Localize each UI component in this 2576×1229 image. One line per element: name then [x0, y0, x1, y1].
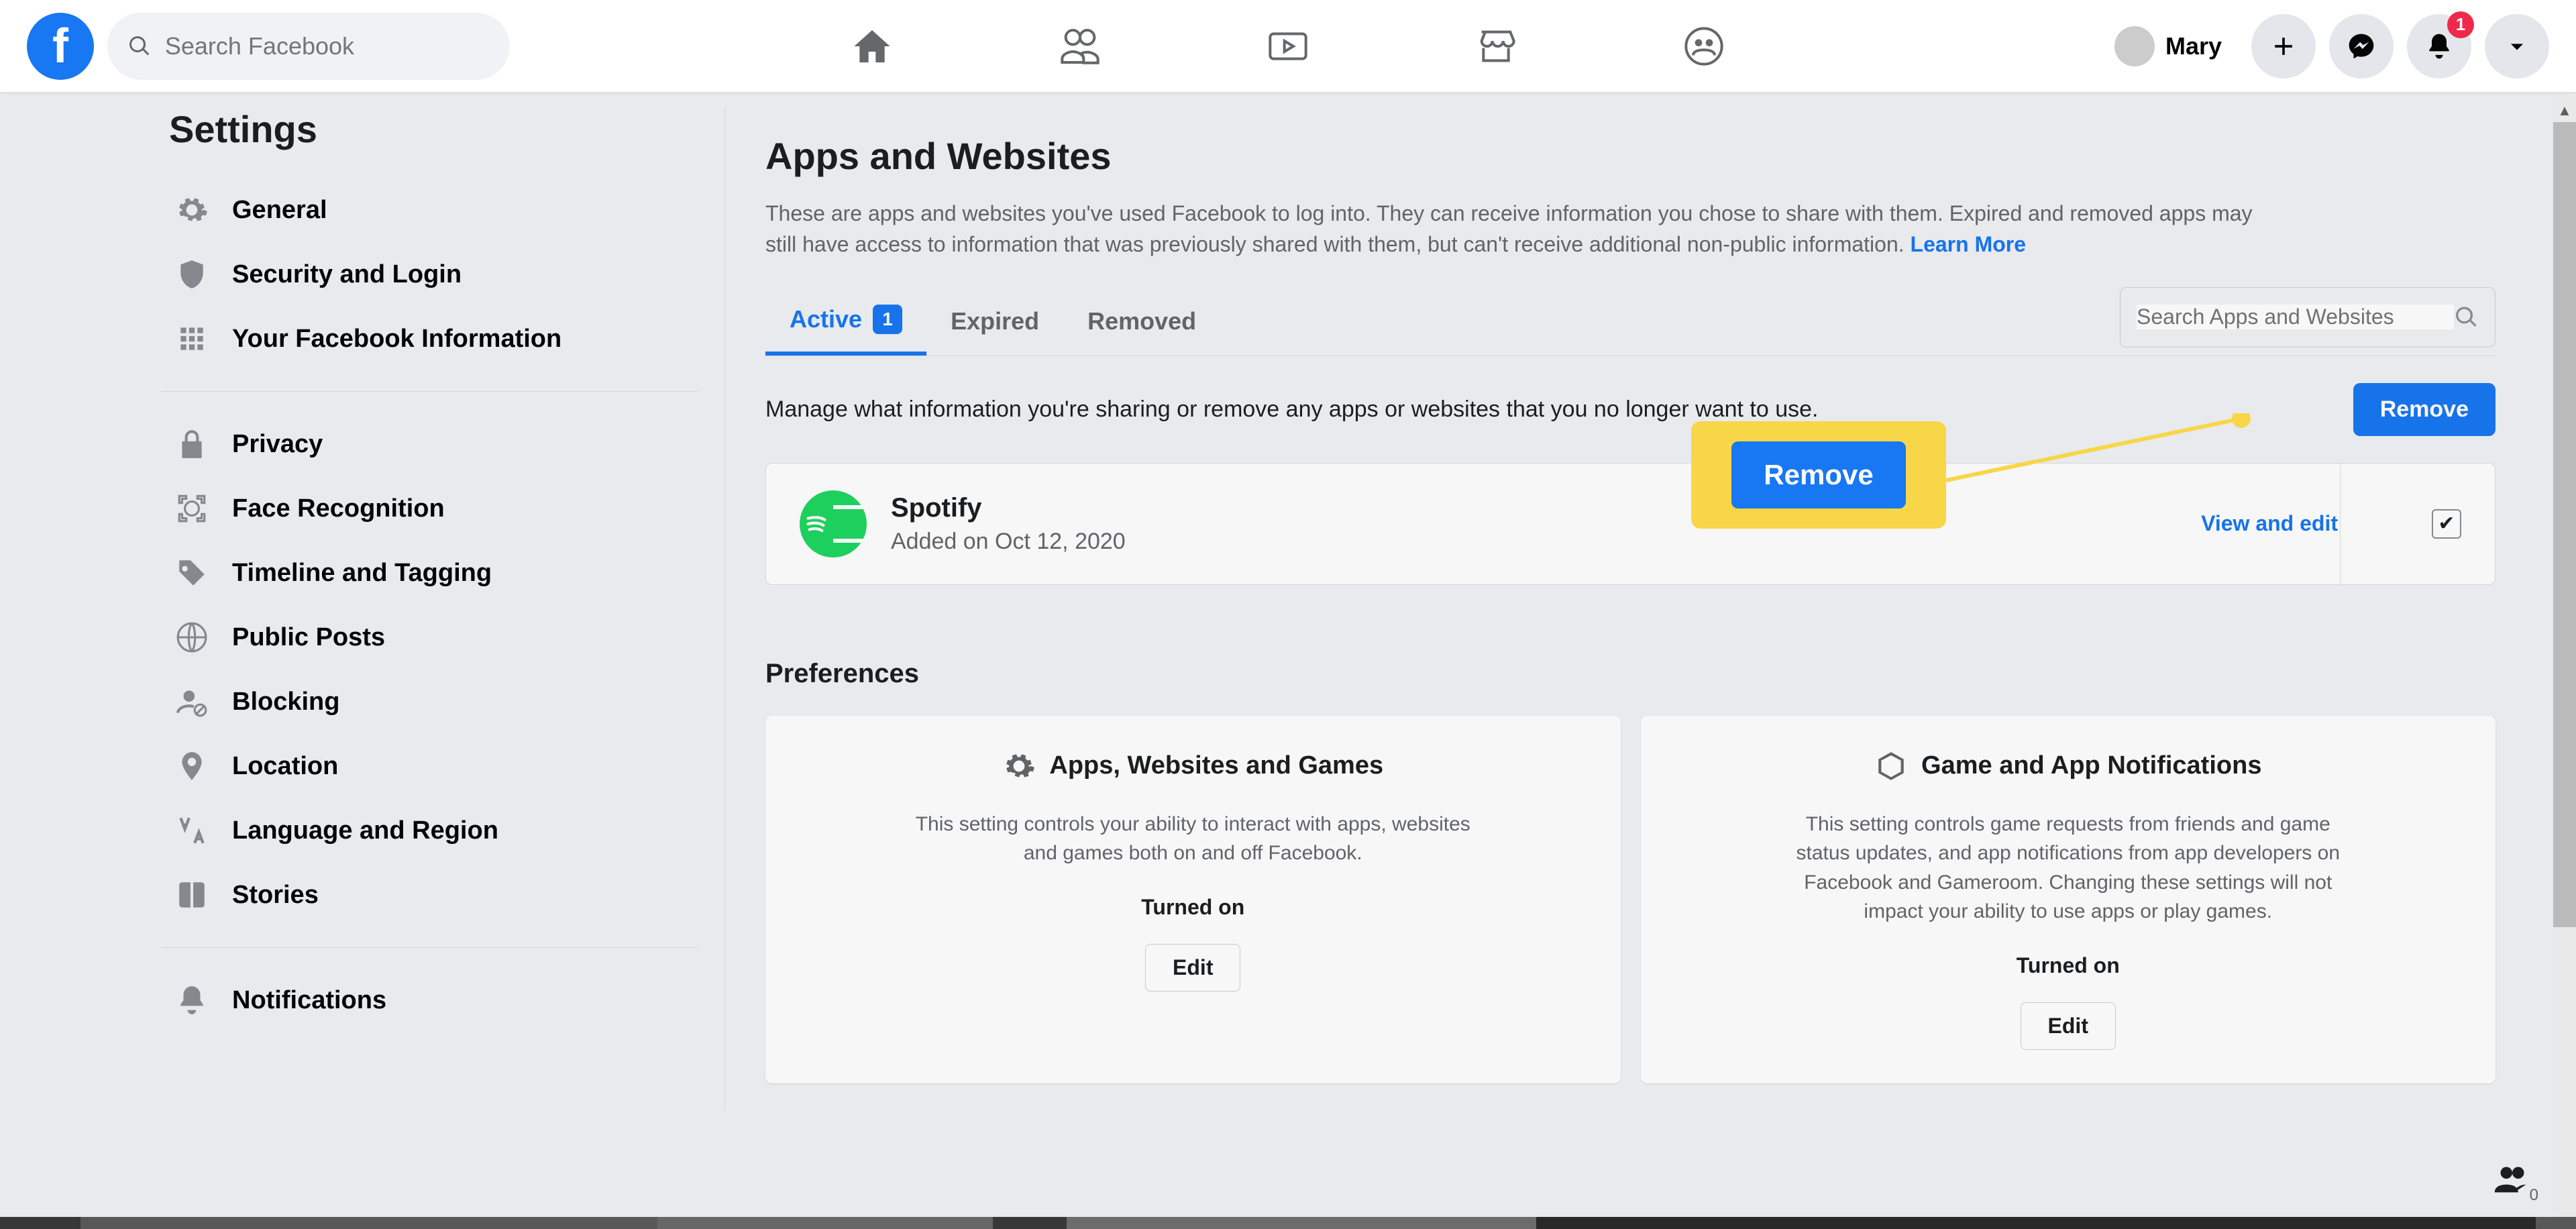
- notifications-button[interactable]: 1: [2407, 14, 2471, 78]
- pref-card-desc: This setting controls your ability to in…: [904, 810, 1481, 868]
- nav-watch[interactable]: [1197, 6, 1379, 87]
- pref-card-apps-websites-games: Apps, Websites and Games This setting co…: [765, 716, 1621, 1083]
- location-pin-icon: [172, 746, 212, 786]
- sidebar-item-notifications[interactable]: Notifications: [161, 968, 698, 1032]
- page-title: Apps and Websites: [765, 134, 2496, 178]
- profile-chip[interactable]: Mary: [2098, 19, 2238, 73]
- search-icon: [2454, 304, 2479, 331]
- account-menu-button[interactable]: [2485, 14, 2549, 78]
- sidebar-item-location[interactable]: Location: [161, 734, 698, 798]
- cube-icon: [1874, 749, 1908, 783]
- sidebar-item-fbinfo[interactable]: Your Facebook Information: [161, 307, 698, 371]
- pref-card-game-notifications: Game and App Notifications This setting …: [1641, 716, 2496, 1083]
- pref-card-status: Turned on: [1674, 953, 2463, 978]
- pref-card-title: Game and App Notifications: [1921, 751, 2261, 780]
- search-icon: [127, 33, 152, 60]
- window-bottom-strip: [0, 1217, 2576, 1229]
- remove-button[interactable]: Remove: [2353, 383, 2496, 436]
- sidebar-title: Settings: [161, 107, 698, 151]
- sidebar-item-language[interactable]: Language and Region: [161, 798, 698, 863]
- tag-icon: [172, 553, 212, 593]
- divider: [2340, 464, 2341, 584]
- profile-name: Mary: [2165, 32, 2222, 60]
- edit-button[interactable]: Edit: [2021, 1002, 2116, 1050]
- sidebar-item-security[interactable]: Security and Login: [161, 242, 698, 307]
- sidebar-item-general[interactable]: General: [161, 178, 698, 242]
- tab-active-count: 1: [873, 305, 902, 334]
- sidebar-item-privacy[interactable]: Privacy: [161, 412, 698, 476]
- messenger-button[interactable]: [2329, 14, 2394, 78]
- app-name: Spotify: [891, 493, 1126, 523]
- sidebar-item-blocking[interactable]: Blocking: [161, 670, 698, 734]
- sidebar-item-timeline[interactable]: Timeline and Tagging: [161, 541, 698, 605]
- sidebar-item-face[interactable]: Face Recognition: [161, 476, 698, 541]
- apps-search-input[interactable]: [2137, 305, 2454, 329]
- book-icon: [172, 875, 212, 915]
- tab-active[interactable]: Active 1: [765, 287, 926, 356]
- nav-home[interactable]: [782, 6, 963, 87]
- page-description: These are apps and websites you've used …: [765, 198, 2282, 260]
- pref-card-title: Apps, Websites and Games: [1049, 751, 1383, 780]
- grid-icon: [172, 319, 212, 359]
- app-checkbox[interactable]: [2432, 509, 2461, 539]
- shield-icon: [172, 254, 212, 295]
- callout-arrow: [1946, 413, 2255, 494]
- gear-icon: [1002, 749, 1036, 783]
- pref-card-desc: This setting controls game requests from…: [1780, 810, 2357, 926]
- globe-icon: [172, 617, 212, 657]
- language-icon: [172, 810, 212, 851]
- nav-friends[interactable]: [989, 6, 1171, 87]
- lock-icon: [172, 424, 212, 464]
- view-and-edit-link[interactable]: View and edit: [2201, 511, 2338, 536]
- groups-count: 0: [2530, 1186, 2538, 1205]
- scrollbar-thumb[interactable]: [2553, 122, 2576, 927]
- nav-marketplace[interactable]: [1405, 6, 1587, 87]
- gear-icon: [172, 190, 212, 230]
- divider: [161, 947, 698, 948]
- divider: [161, 391, 698, 392]
- tabs-row: Active 1 Expired Removed: [765, 287, 2496, 356]
- top-bar: f Mary 1: [0, 0, 2576, 93]
- app-added-date: Added on Oct 12, 2020: [891, 529, 1126, 555]
- callout-remove-button: Remove: [1731, 441, 1906, 509]
- learn-more-link[interactable]: Learn More: [1911, 232, 2026, 256]
- edit-button[interactable]: Edit: [1145, 944, 1240, 992]
- bell-icon: [172, 980, 212, 1020]
- facebook-logo[interactable]: f: [27, 13, 94, 80]
- pref-card-status: Turned on: [799, 895, 1587, 920]
- face-scan-icon: [172, 488, 212, 529]
- scrollbar[interactable]: ▲: [2553, 99, 2576, 1217]
- notification-badge: 1: [2447, 11, 2474, 38]
- search-input[interactable]: [165, 32, 490, 60]
- groups-indicator[interactable]: 0: [2489, 1155, 2536, 1202]
- sidebar-item-stories[interactable]: Stories: [161, 863, 698, 927]
- tab-expired[interactable]: Expired: [926, 290, 1063, 353]
- nav-groups[interactable]: [1613, 6, 1794, 87]
- search-box[interactable]: [107, 13, 510, 80]
- main-content: Apps and Websites These are apps and web…: [724, 107, 2536, 1110]
- spotify-logo-icon: [800, 490, 867, 557]
- create-button[interactable]: [2251, 14, 2316, 78]
- avatar-icon: [2114, 26, 2155, 66]
- sidebar-item-publicposts[interactable]: Public Posts: [161, 605, 698, 670]
- tab-removed[interactable]: Removed: [1063, 290, 1220, 353]
- preferences-heading: Preferences: [765, 659, 2496, 689]
- settings-sidebar: Settings General Security and Login Your…: [161, 107, 698, 1229]
- apps-search-box[interactable]: [2120, 287, 2496, 348]
- block-icon: [172, 682, 212, 722]
- callout-highlight: Remove: [1691, 421, 1946, 529]
